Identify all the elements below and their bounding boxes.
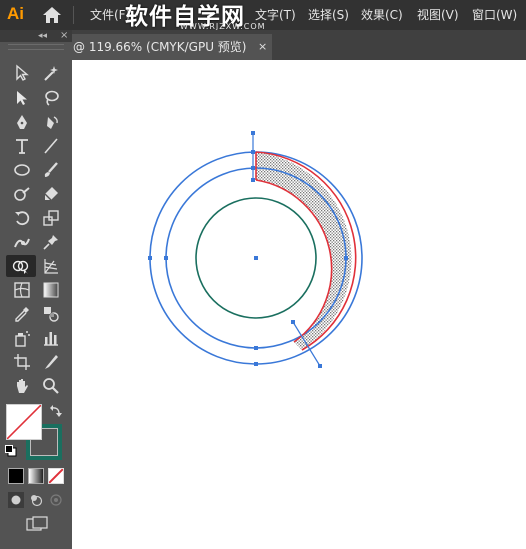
close-panel-icon[interactable]: × bbox=[60, 30, 68, 41]
anchor-point bbox=[251, 150, 255, 154]
close-document-icon[interactable]: × bbox=[258, 34, 267, 60]
selection-tool-icon[interactable] bbox=[9, 62, 35, 84]
gradient-mode-button[interactable] bbox=[28, 468, 44, 484]
pen-tool-icon[interactable] bbox=[9, 111, 35, 133]
anchor-point bbox=[148, 256, 152, 260]
shaper-tool-icon[interactable] bbox=[9, 183, 35, 205]
zoom-tool-icon[interactable] bbox=[38, 375, 64, 397]
symbol-sprayer-tool-icon[interactable] bbox=[9, 327, 35, 349]
ellipse-tool-icon[interactable] bbox=[9, 159, 35, 181]
blend-tool-icon[interactable] bbox=[38, 303, 64, 325]
puppet-warp-tool-icon[interactable] bbox=[9, 231, 35, 253]
tools-panel-header: ◂◂ × bbox=[0, 30, 72, 42]
none-mode-button[interactable] bbox=[48, 468, 64, 484]
center-point bbox=[254, 256, 258, 260]
draw-normal-icon[interactable] bbox=[8, 492, 24, 508]
color-mode-button[interactable] bbox=[8, 468, 24, 484]
lasso-tool-icon[interactable] bbox=[38, 87, 64, 109]
gradient-tool-icon[interactable] bbox=[38, 279, 64, 301]
menu-bar: Ai 文件(F) 文字(T) 选择(S) 效果(C) 视图(V) 窗口(W) 软… bbox=[0, 0, 526, 31]
menu-window[interactable]: 窗口(W) bbox=[472, 7, 517, 23]
menu-type[interactable]: 文字(T) bbox=[255, 7, 296, 23]
eyedropper-tool-icon[interactable] bbox=[9, 303, 35, 325]
tools-panel: ◂◂ × bbox=[0, 30, 72, 549]
menu-separator bbox=[73, 6, 74, 24]
swap-fill-stroke-icon[interactable] bbox=[49, 404, 63, 418]
screen-mode-icon[interactable] bbox=[26, 516, 48, 532]
line-segment-tool-icon[interactable] bbox=[38, 135, 64, 157]
magic-wand-tool-icon[interactable] bbox=[38, 62, 64, 84]
document-tab-title: @ 119.66% (CMYK/GPU 预览) bbox=[73, 40, 247, 54]
direct-selection-tool-icon[interactable] bbox=[9, 87, 35, 109]
slice-tool-icon[interactable] bbox=[38, 351, 64, 373]
anchor-point bbox=[251, 131, 255, 135]
artboard-canvas[interactable] bbox=[72, 60, 526, 549]
anchor-point bbox=[251, 178, 255, 182]
curvature-tool-icon[interactable] bbox=[38, 111, 64, 133]
anchor-point bbox=[291, 320, 295, 324]
rotate-tool-icon[interactable] bbox=[9, 207, 35, 229]
pin-tool-icon[interactable] bbox=[38, 231, 64, 253]
document-tab-bar: @ 119.66% (CMYK/GPU 预览) × bbox=[72, 30, 526, 60]
draw-inside-icon[interactable] bbox=[48, 492, 64, 508]
menu-view[interactable]: 视图(V) bbox=[417, 7, 459, 23]
mesh-tool-icon[interactable] bbox=[9, 279, 35, 301]
app-logo: Ai bbox=[7, 4, 24, 23]
menu-effect[interactable]: 效果(C) bbox=[361, 7, 403, 23]
fill-color-swatch[interactable] bbox=[6, 404, 42, 440]
artboard-tool-icon[interactable] bbox=[9, 351, 35, 373]
home-icon[interactable] bbox=[41, 5, 63, 25]
panel-grip[interactable] bbox=[8, 44, 64, 50]
anchor-point bbox=[344, 256, 348, 260]
collapse-panel-icon[interactable]: ◂◂ bbox=[38, 31, 47, 41]
perspective-grid-tool-icon[interactable] bbox=[38, 255, 64, 277]
eraser-tool-icon[interactable] bbox=[38, 183, 64, 205]
shape-builder-tool-icon[interactable] bbox=[6, 255, 36, 277]
menu-select[interactable]: 选择(S) bbox=[308, 7, 349, 23]
scale-tool-icon[interactable] bbox=[38, 207, 64, 229]
document-tab[interactable]: @ 119.66% (CMYK/GPU 预览) × bbox=[72, 34, 272, 60]
draw-behind-icon[interactable] bbox=[28, 492, 44, 508]
hand-tool-icon[interactable] bbox=[9, 375, 35, 397]
anchor-point bbox=[164, 256, 168, 260]
paintbrush-tool-icon[interactable] bbox=[38, 159, 64, 181]
column-graph-tool-icon[interactable] bbox=[38, 327, 64, 349]
anchor-point bbox=[318, 364, 322, 368]
anchor-point bbox=[254, 362, 258, 366]
type-tool-icon[interactable] bbox=[9, 135, 35, 157]
anchor-point bbox=[251, 166, 255, 170]
default-colors-icon[interactable] bbox=[5, 445, 17, 457]
anchor-point bbox=[254, 346, 258, 350]
